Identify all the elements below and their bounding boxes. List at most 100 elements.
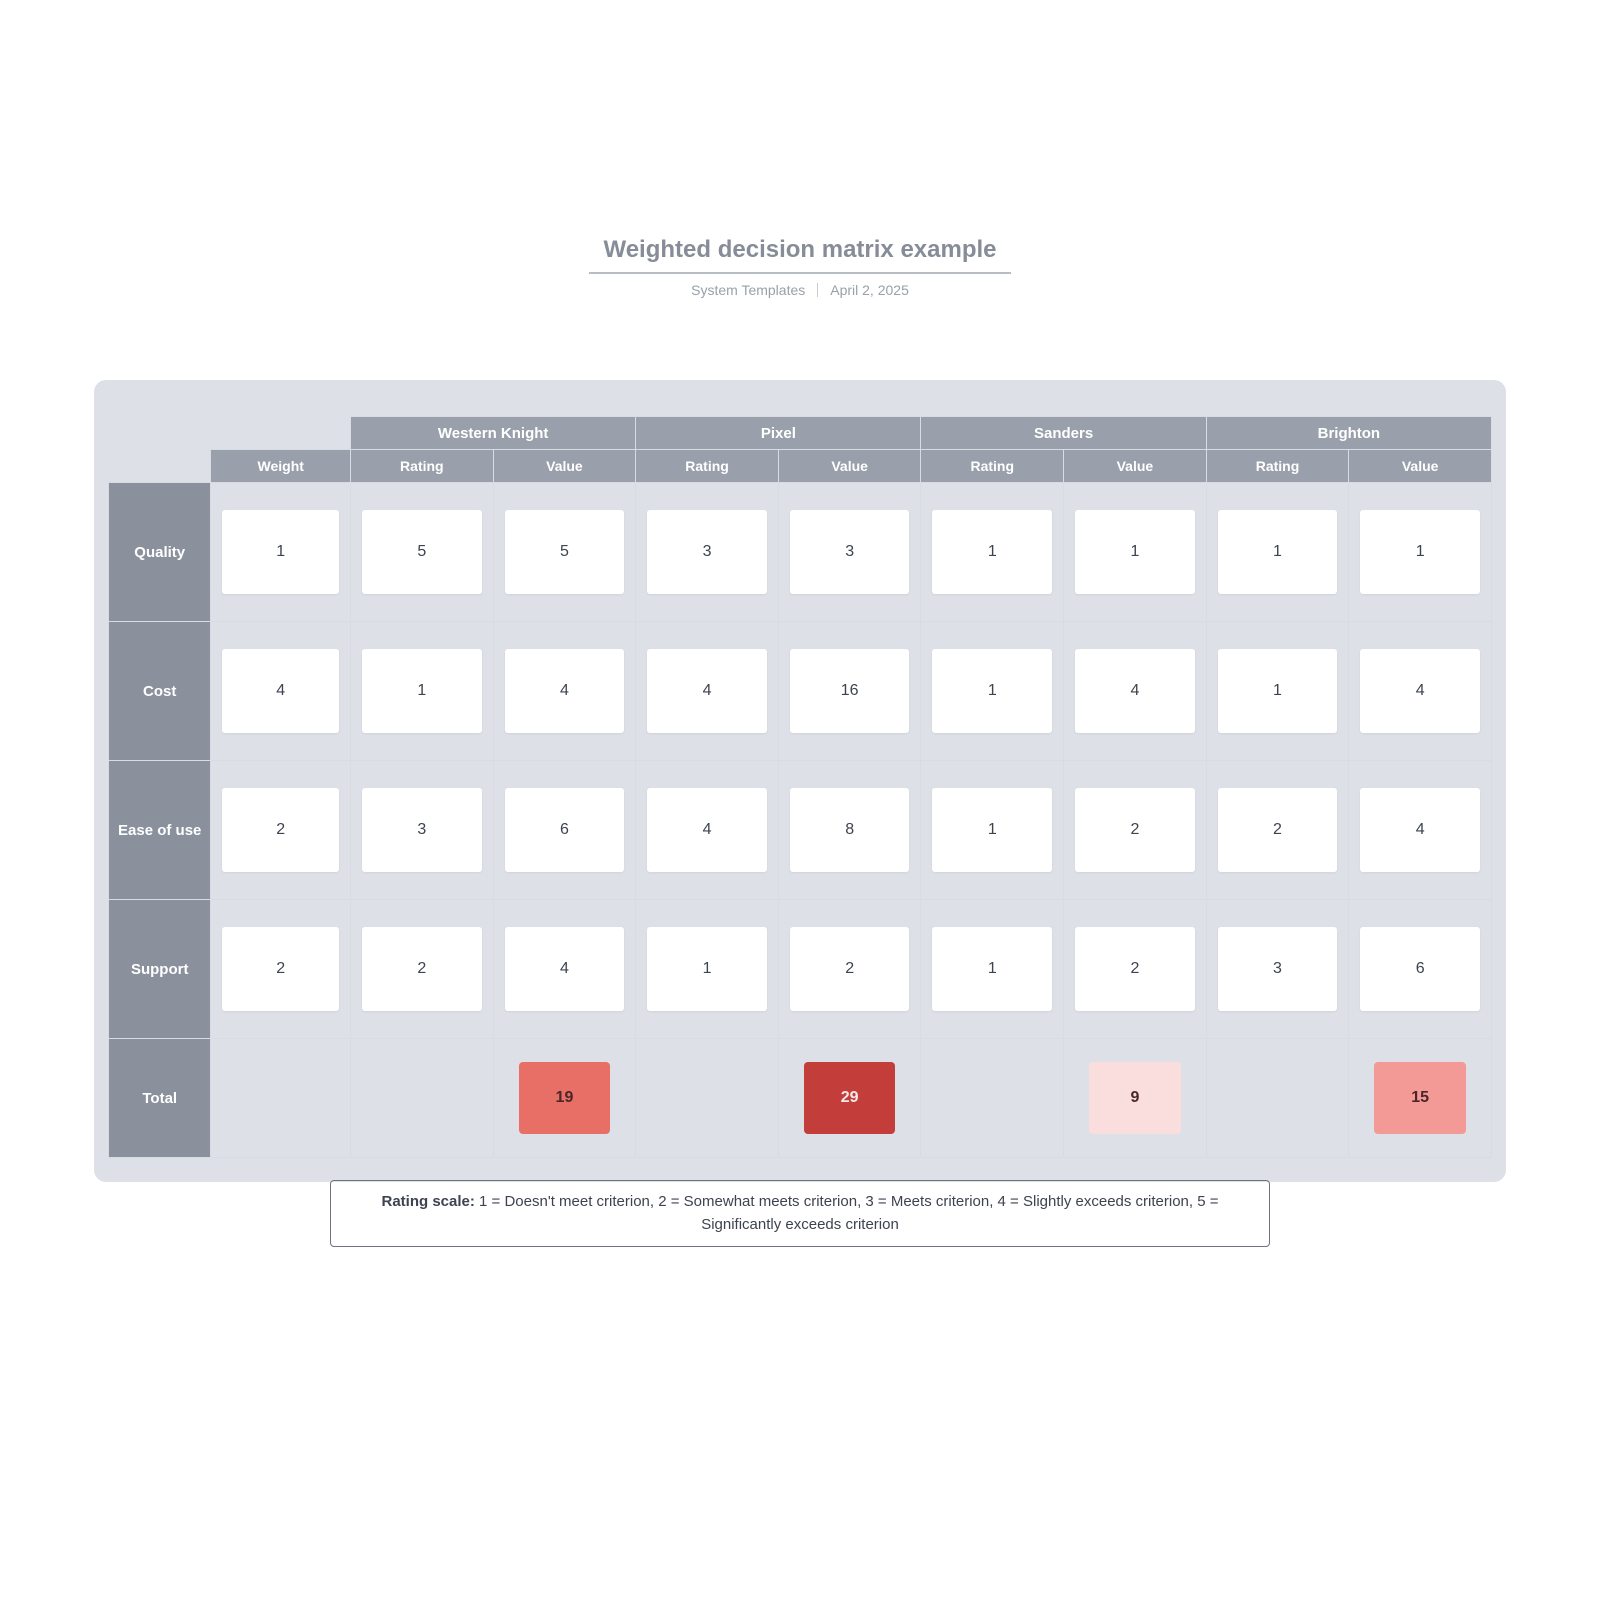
- value-cell: 8: [778, 761, 921, 900]
- weight-cell: 1: [211, 483, 351, 622]
- rating-cell: 3: [1206, 900, 1349, 1039]
- cell-value: 4: [1360, 649, 1480, 733]
- legend-text: 1 = Doesn't meet criterion, 2 = Somewhat…: [475, 1193, 1219, 1233]
- cell-value: 4: [505, 927, 625, 1011]
- diagram-title: Weighted decision matrix example: [589, 232, 1010, 274]
- total-value: 15: [1374, 1062, 1466, 1134]
- matrix-board: Western Knight Pixel Sanders Brighton We…: [94, 380, 1506, 1182]
- total-value: 29: [804, 1062, 896, 1134]
- total-label: Total: [109, 1039, 211, 1158]
- rating-cell: 4: [636, 622, 779, 761]
- value-cell: 2: [1064, 900, 1207, 1039]
- criterion-row: Cost 4 1 4 4 16 1 4 1 4: [109, 622, 1492, 761]
- value-cell: 6: [1349, 900, 1492, 1039]
- value-cell: 4: [1349, 622, 1492, 761]
- value-cell: 5: [493, 483, 636, 622]
- cell-value: 1: [932, 927, 1052, 1011]
- rating-header: Rating: [636, 450, 779, 483]
- cell-value: 3: [647, 510, 767, 594]
- rating-cell: 2: [351, 900, 494, 1039]
- cell-value: 4: [647, 788, 767, 872]
- cell-value: 6: [505, 788, 625, 872]
- value-cell: 4: [1064, 622, 1207, 761]
- author-name: System Templates: [691, 282, 805, 298]
- value-cell: 2: [1064, 761, 1207, 900]
- diagram-header: Weighted decision matrix example System …: [0, 232, 1600, 298]
- weight-header: Weight: [211, 450, 351, 483]
- cell-value: 8: [790, 788, 910, 872]
- cell-value: 5: [362, 510, 482, 594]
- option-header: Western Knight: [351, 417, 636, 450]
- option-header: Brighton: [1206, 417, 1491, 450]
- rating-cell: 1: [636, 900, 779, 1039]
- cell-value: 2: [790, 927, 910, 1011]
- cell-value: 2: [222, 788, 339, 872]
- value-header: Value: [1349, 450, 1492, 483]
- weight-cell: 2: [211, 761, 351, 900]
- decision-matrix-table: Western Knight Pixel Sanders Brighton We…: [108, 416, 1492, 1158]
- total-cell-empty: [921, 1039, 1064, 1158]
- rating-scale-legend: Rating scale: 1 = Doesn't meet criterion…: [330, 1180, 1270, 1247]
- weight-cell: 2: [211, 900, 351, 1039]
- cell-value: 4: [647, 649, 767, 733]
- rating-cell: 1: [921, 761, 1064, 900]
- cell-value: 2: [222, 927, 339, 1011]
- cell-value: 3: [1218, 927, 1338, 1011]
- value-cell: 4: [493, 900, 636, 1039]
- cell-value: 1: [1218, 510, 1338, 594]
- cell-value: 2: [362, 927, 482, 1011]
- cell-value: 3: [362, 788, 482, 872]
- diagram-subline: System Templates April 2, 2025: [691, 282, 909, 298]
- cell-value: 1: [222, 510, 339, 594]
- diagram-date: April 2, 2025: [830, 282, 909, 298]
- cell-value: 1: [932, 788, 1052, 872]
- rating-header: Rating: [1206, 450, 1349, 483]
- cell-value: 1: [647, 927, 767, 1011]
- totals-row: Total 19 29 9 15: [109, 1039, 1492, 1158]
- blank-header-cell: [109, 417, 351, 450]
- value-cell: 1: [1064, 483, 1207, 622]
- cell-value: 6: [1360, 927, 1480, 1011]
- total-cell: 9: [1064, 1039, 1207, 1158]
- total-value: 9: [1089, 1062, 1181, 1134]
- cell-value: 2: [1218, 788, 1338, 872]
- cell-value: 1: [932, 649, 1052, 733]
- criterion-label: Cost: [109, 622, 211, 761]
- cell-value: 2: [1075, 927, 1195, 1011]
- value-cell: 1: [1349, 483, 1492, 622]
- blank-header-cell: [109, 450, 211, 483]
- rating-cell: 1: [1206, 622, 1349, 761]
- criterion-row: Ease of use 2 3 6 4 8 1 2 2 4: [109, 761, 1492, 900]
- value-header: Value: [1064, 450, 1207, 483]
- cell-value: 1: [1075, 510, 1195, 594]
- rating-cell: 5: [351, 483, 494, 622]
- rating-header: Rating: [351, 450, 494, 483]
- total-cell: 19: [493, 1039, 636, 1158]
- rating-cell: 4: [636, 761, 779, 900]
- cell-value: 16: [790, 649, 910, 733]
- total-cell-empty: [211, 1039, 351, 1158]
- total-cell-empty: [1206, 1039, 1349, 1158]
- legend-label: Rating scale:: [382, 1193, 475, 1210]
- total-cell: 15: [1349, 1039, 1492, 1158]
- cell-value: 1: [932, 510, 1052, 594]
- cell-value: 1: [1360, 510, 1480, 594]
- cell-value: 1: [1218, 649, 1338, 733]
- page: Weighted decision matrix example System …: [0, 0, 1600, 1600]
- cell-value: 2: [1075, 788, 1195, 872]
- option-header: Pixel: [636, 417, 921, 450]
- value-cell: 3: [778, 483, 921, 622]
- rating-cell: 3: [351, 761, 494, 900]
- value-cell: 16: [778, 622, 921, 761]
- value-header: Value: [778, 450, 921, 483]
- option-header-row: Western Knight Pixel Sanders Brighton: [109, 417, 1492, 450]
- criterion-label: Ease of use: [109, 761, 211, 900]
- criterion-label: Support: [109, 900, 211, 1039]
- total-value: 19: [519, 1062, 611, 1134]
- rating-cell: 1: [921, 483, 1064, 622]
- cell-value: 1: [362, 649, 482, 733]
- rating-header: Rating: [921, 450, 1064, 483]
- criterion-row: Support 2 2 4 1 2 1 2 3 6: [109, 900, 1492, 1039]
- rating-cell: 1: [921, 900, 1064, 1039]
- rating-cell: 1: [921, 622, 1064, 761]
